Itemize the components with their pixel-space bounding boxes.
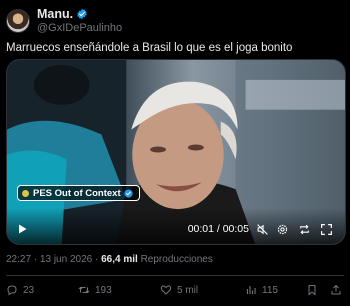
watermark-verified-icon [124,188,133,198]
views-count: 66,4 mil [101,254,138,265]
like-button[interactable]: 5 mil [160,284,198,296]
reply-icon [7,285,17,296]
divider [6,275,344,276]
reply-button[interactable]: 23 [6,284,34,296]
name-row: Manu. [37,7,122,21]
video-watermark: PES Out of Context [17,185,140,201]
like-count: 5 mil [177,284,199,296]
bookmark-button[interactable] [306,284,323,296]
settings-button[interactable] [275,222,289,236]
share-button[interactable] [330,284,347,296]
author-display-name[interactable]: Manu. [37,7,73,21]
share-icon [331,284,341,295]
retweet-icon [78,286,90,294]
fullscreen-icon [320,223,332,235]
bookmark-icon [308,285,316,296]
watermark-text: PES Out of Context [33,187,121,199]
heart-icon [160,285,172,295]
author-handle[interactable]: @GxIDePaulinho [37,21,122,35]
fullscreen-button[interactable] [319,222,333,236]
meta-separator: · [31,254,40,265]
tweet-time[interactable]: 22:27 [6,254,31,265]
tweet-date[interactable]: 13 jun 2026 [40,254,92,265]
tweet-text: Marruecos enseñándole a Brasil lo que es… [6,42,293,54]
verified-badge-icon [77,8,87,20]
avatar[interactable] [6,9,30,33]
reply-count: 23 [23,284,35,296]
action-bar: 23 193 5 mil 115 [0,284,350,300]
views-action-count: 115 [262,284,278,296]
views-button[interactable]: 115 [245,284,278,296]
gear-icon [277,224,287,234]
tweet-header: Manu. @GxIDePaulinho [6,6,122,36]
author-info: Manu. @GxIDePaulinho [37,7,122,35]
loop-button[interactable] [297,222,311,236]
video-player[interactable]: PES Out of Context 00:01 / 00:05 [6,59,346,245]
video-controls: 00:01 / 00:05 [7,208,345,244]
retweet-button[interactable]: 193 [78,284,112,296]
mute-button[interactable] [255,222,269,236]
meta-separator: · [92,254,102,265]
pes-logo-icon [22,189,29,197]
muted-speaker-icon [256,223,268,235]
retweet-count: 193 [95,284,112,296]
tweet-meta: 22:27 · 13 jun 2026 · 66,4 mil Reproducc… [6,254,213,265]
video-time: 00:01 / 00:05 [187,223,249,235]
play-icon [19,224,27,234]
play-button[interactable] [15,222,29,236]
loop-icon [299,224,309,234]
views-chart-icon [246,286,256,294]
views-label: Reproducciones [140,254,213,265]
